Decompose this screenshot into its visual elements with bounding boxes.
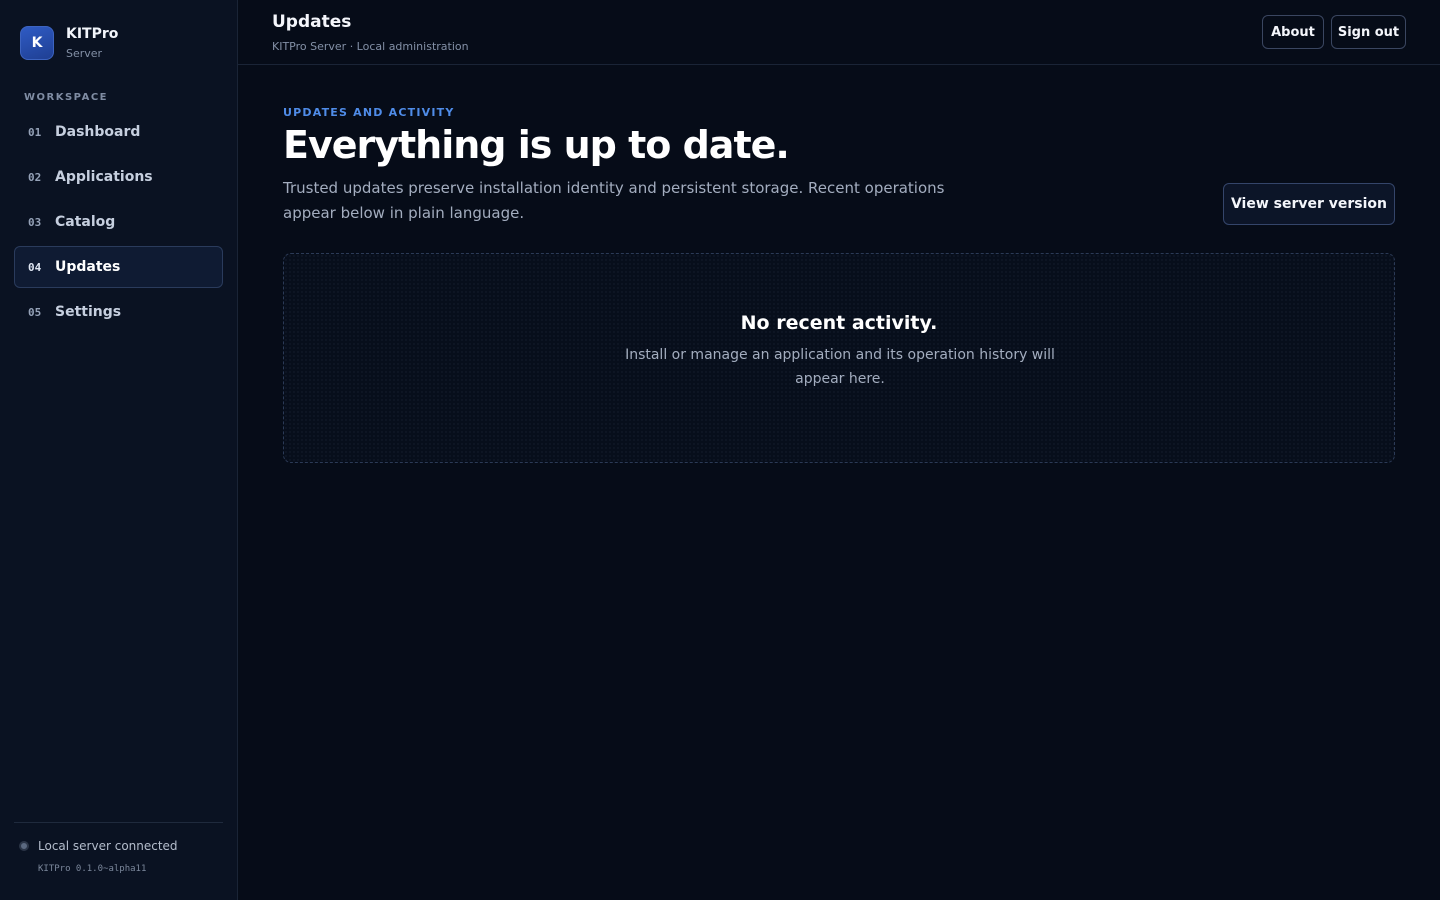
empty-state-title: No recent activity. <box>740 312 938 334</box>
sidebar-nav: 01 Dashboard 02 Applications 03 Catalog … <box>14 111 223 336</box>
sidebar-item-catalog[interactable]: 03 Catalog <box>14 201 223 243</box>
connection-status-text: Local server connected <box>38 839 178 853</box>
page-subtitle: KITPro Server · Local administration <box>272 40 469 53</box>
sign-out-button[interactable]: Sign out <box>1331 15 1406 49</box>
nav-item-label: Dashboard <box>55 124 141 140</box>
sidebar-item-dashboard[interactable]: 01 Dashboard <box>14 111 223 153</box>
sidebar: K KITPro Server WORKSPACE 01 Dashboard 0… <box>0 0 238 900</box>
nav-item-label: Settings <box>55 304 122 320</box>
topbar: Updates KITPro Server · Local administra… <box>238 0 1440 65</box>
nav-item-number: 02 <box>28 170 42 184</box>
status-description: Trusted updates preserve installation id… <box>283 179 945 222</box>
page-title: Updates <box>272 12 352 32</box>
sidebar-item-settings[interactable]: 05 Settings <box>14 291 223 333</box>
brand-text: KITPro Server <box>66 26 118 60</box>
brand-name: KITPro <box>66 26 119 42</box>
nav-item-number: 01 <box>28 125 42 139</box>
activity-empty-state: No recent activity. Install or manage an… <box>283 253 1395 463</box>
nav-item-label: Updates <box>55 259 121 275</box>
nav-item-number: 04 <box>28 260 42 274</box>
status-dot-icon <box>19 841 29 851</box>
section-eyebrow: UPDATES AND ACTIVITY <box>283 106 455 119</box>
brand-logo-icon: K <box>20 26 54 60</box>
sidebar-footer: Local server connected KITPro 0.1.0~alph… <box>14 822 223 874</box>
nav-item-number: 05 <box>28 305 42 319</box>
view-server-version-button[interactable]: View server version <box>1223 183 1395 225</box>
sidebar-item-updates[interactable]: 04 Updates <box>14 246 223 288</box>
sidebar-item-applications[interactable]: 02 Applications <box>14 156 223 198</box>
version-label: KITPro 0.1.0~alpha11 <box>38 864 147 874</box>
nav-item-label: Applications <box>55 169 153 185</box>
app-root: K KITPro Server WORKSPACE 01 Dashboard 0… <box>0 0 1440 900</box>
connection-status: Local server connected <box>14 839 223 853</box>
empty-state-body: Install or manage an application and its… <box>625 347 1055 387</box>
nav-item-number: 03 <box>28 215 42 229</box>
status-headline: Everything is up to date. <box>283 123 790 167</box>
nav-item-label: Catalog <box>55 214 116 230</box>
brand[interactable]: K KITPro Server <box>20 26 118 60</box>
about-button[interactable]: About <box>1262 15 1324 49</box>
nav-section-label: WORKSPACE <box>24 92 109 103</box>
main-area: Updates KITPro Server · Local administra… <box>238 0 1440 900</box>
brand-subtitle: Server <box>66 47 103 60</box>
